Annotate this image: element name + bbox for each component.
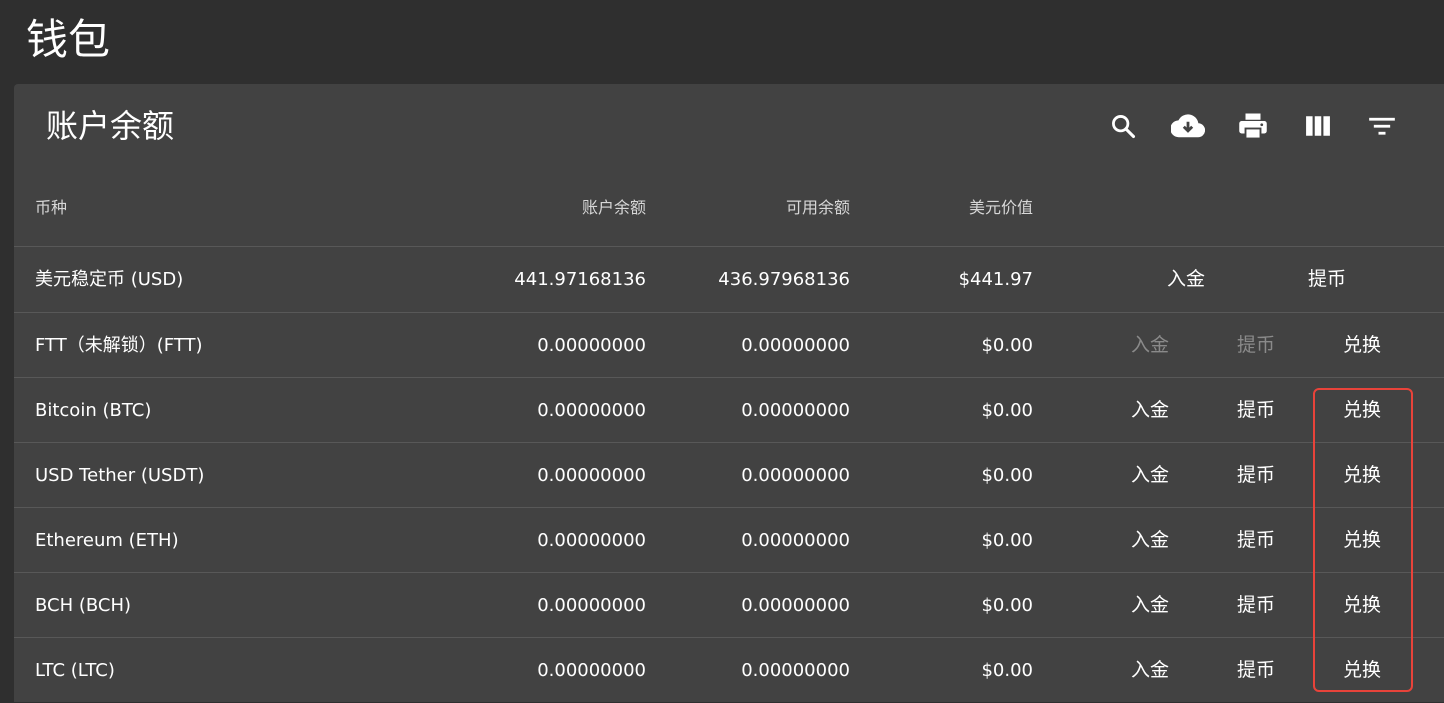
balance-value: 0.00000000 bbox=[537, 400, 646, 421]
balance-value: 0.00000000 bbox=[537, 530, 646, 551]
column-header-coin[interactable]: 币种 bbox=[35, 196, 67, 220]
table-row: USD Tether (USDT) 0.00000000 0.00000000 … bbox=[14, 442, 1444, 508]
view-columns-button[interactable] bbox=[1294, 104, 1342, 148]
view-columns-icon bbox=[1306, 116, 1330, 136]
convert-button[interactable]: 兑换 bbox=[1343, 313, 1381, 378]
page-header: 钱包 bbox=[0, 0, 1444, 84]
convert-button[interactable]: 兑换 bbox=[1343, 443, 1381, 508]
balance-value: 0.00000000 bbox=[537, 465, 646, 486]
download-icon bbox=[1171, 114, 1205, 138]
available-value: 0.00000000 bbox=[741, 595, 850, 616]
download-button[interactable] bbox=[1164, 104, 1212, 148]
column-header-available[interactable]: 可用余额 bbox=[650, 196, 850, 220]
usd-value: $0.00 bbox=[981, 465, 1033, 486]
column-header-usd-value[interactable]: 美元价值 bbox=[834, 196, 1033, 220]
usd-value: $0.00 bbox=[981, 400, 1033, 421]
balance-card: 账户余额 币种 账户余额 可用余额 美元价值 美元稳定币 (USD) 441.9… bbox=[14, 84, 1444, 702]
coin-name: FTT（未解锁）(FTT) bbox=[35, 335, 203, 356]
available-value: 436.97968136 bbox=[718, 269, 850, 290]
coin-name: Bitcoin (BTC) bbox=[35, 400, 152, 421]
available-value: 0.00000000 bbox=[741, 530, 850, 551]
withdraw-button[interactable]: 提币 bbox=[1237, 638, 1275, 703]
convert-button[interactable]: 兑换 bbox=[1343, 638, 1381, 703]
deposit-button[interactable]: 入金 bbox=[1131, 378, 1169, 443]
print-icon bbox=[1239, 113, 1267, 140]
withdraw-button[interactable]: 提币 bbox=[1237, 378, 1275, 443]
balance-value: 0.00000000 bbox=[537, 595, 646, 616]
deposit-button[interactable]: 入金 bbox=[1131, 573, 1169, 638]
table-row: BCH (BCH) 0.00000000 0.00000000 $0.00 入金… bbox=[14, 572, 1444, 638]
table-row: Bitcoin (BTC) 0.00000000 0.00000000 $0.0… bbox=[14, 377, 1444, 443]
deposit-button: 入金 bbox=[1131, 334, 1170, 356]
available-value: 0.00000000 bbox=[741, 660, 850, 681]
filter-icon bbox=[1369, 117, 1395, 135]
coin-name: 美元稳定币 (USD) bbox=[35, 269, 184, 290]
usd-value: $0.00 bbox=[981, 335, 1033, 356]
withdraw-button[interactable]: 提币 bbox=[1237, 573, 1275, 638]
convert-button[interactable]: 兑换 bbox=[1343, 378, 1381, 443]
table-row: 美元稳定币 (USD) 441.97168136 436.97968136 $4… bbox=[14, 246, 1444, 312]
filter-button[interactable] bbox=[1358, 104, 1406, 148]
page-title: 钱包 bbox=[26, 15, 111, 64]
coin-name: Ethereum (ETH) bbox=[35, 530, 179, 551]
column-header-balance[interactable]: 账户余额 bbox=[446, 196, 646, 220]
deposit-button[interactable]: 入金 bbox=[1131, 443, 1169, 508]
usd-value: $0.00 bbox=[981, 595, 1033, 616]
available-value: 0.00000000 bbox=[741, 400, 850, 421]
withdraw-button[interactable]: 提币 bbox=[1308, 247, 1346, 312]
usd-value: $441.97 bbox=[958, 269, 1033, 290]
table-row: Ethereum (ETH) 0.00000000 0.00000000 $0.… bbox=[14, 507, 1444, 573]
search-icon bbox=[1112, 115, 1136, 139]
deposit-button[interactable]: 入金 bbox=[1167, 247, 1205, 312]
convert-button[interactable]: 兑换 bbox=[1343, 573, 1381, 638]
convert-button[interactable]: 兑换 bbox=[1343, 508, 1381, 573]
print-button[interactable] bbox=[1229, 104, 1277, 148]
balance-value: 441.97168136 bbox=[514, 269, 646, 290]
withdraw-button[interactable]: 提币 bbox=[1237, 508, 1275, 573]
coin-name: LTC (LTC) bbox=[35, 660, 115, 681]
available-value: 0.00000000 bbox=[741, 465, 850, 486]
balance-value: 0.00000000 bbox=[537, 335, 646, 356]
deposit-button[interactable]: 入金 bbox=[1131, 508, 1169, 573]
usd-value: $0.00 bbox=[981, 660, 1033, 681]
withdraw-button[interactable]: 提币 bbox=[1237, 443, 1275, 508]
table-row: LTC (LTC) 0.00000000 0.00000000 $0.00 入金… bbox=[14, 637, 1444, 703]
search-button[interactable] bbox=[1099, 104, 1147, 148]
deposit-button[interactable]: 入金 bbox=[1131, 638, 1169, 703]
available-value: 0.00000000 bbox=[741, 335, 850, 356]
usd-value: $0.00 bbox=[981, 530, 1033, 551]
coin-name: USD Tether (USDT) bbox=[35, 465, 205, 486]
card-title: 账户余额 bbox=[46, 107, 175, 145]
balance-value: 0.00000000 bbox=[537, 660, 646, 681]
withdraw-button: 提币 bbox=[1237, 334, 1276, 356]
coin-name: BCH (BCH) bbox=[35, 595, 132, 616]
table-row: FTT（未解锁）(FTT) 0.00000000 0.00000000 $0.0… bbox=[14, 312, 1444, 378]
